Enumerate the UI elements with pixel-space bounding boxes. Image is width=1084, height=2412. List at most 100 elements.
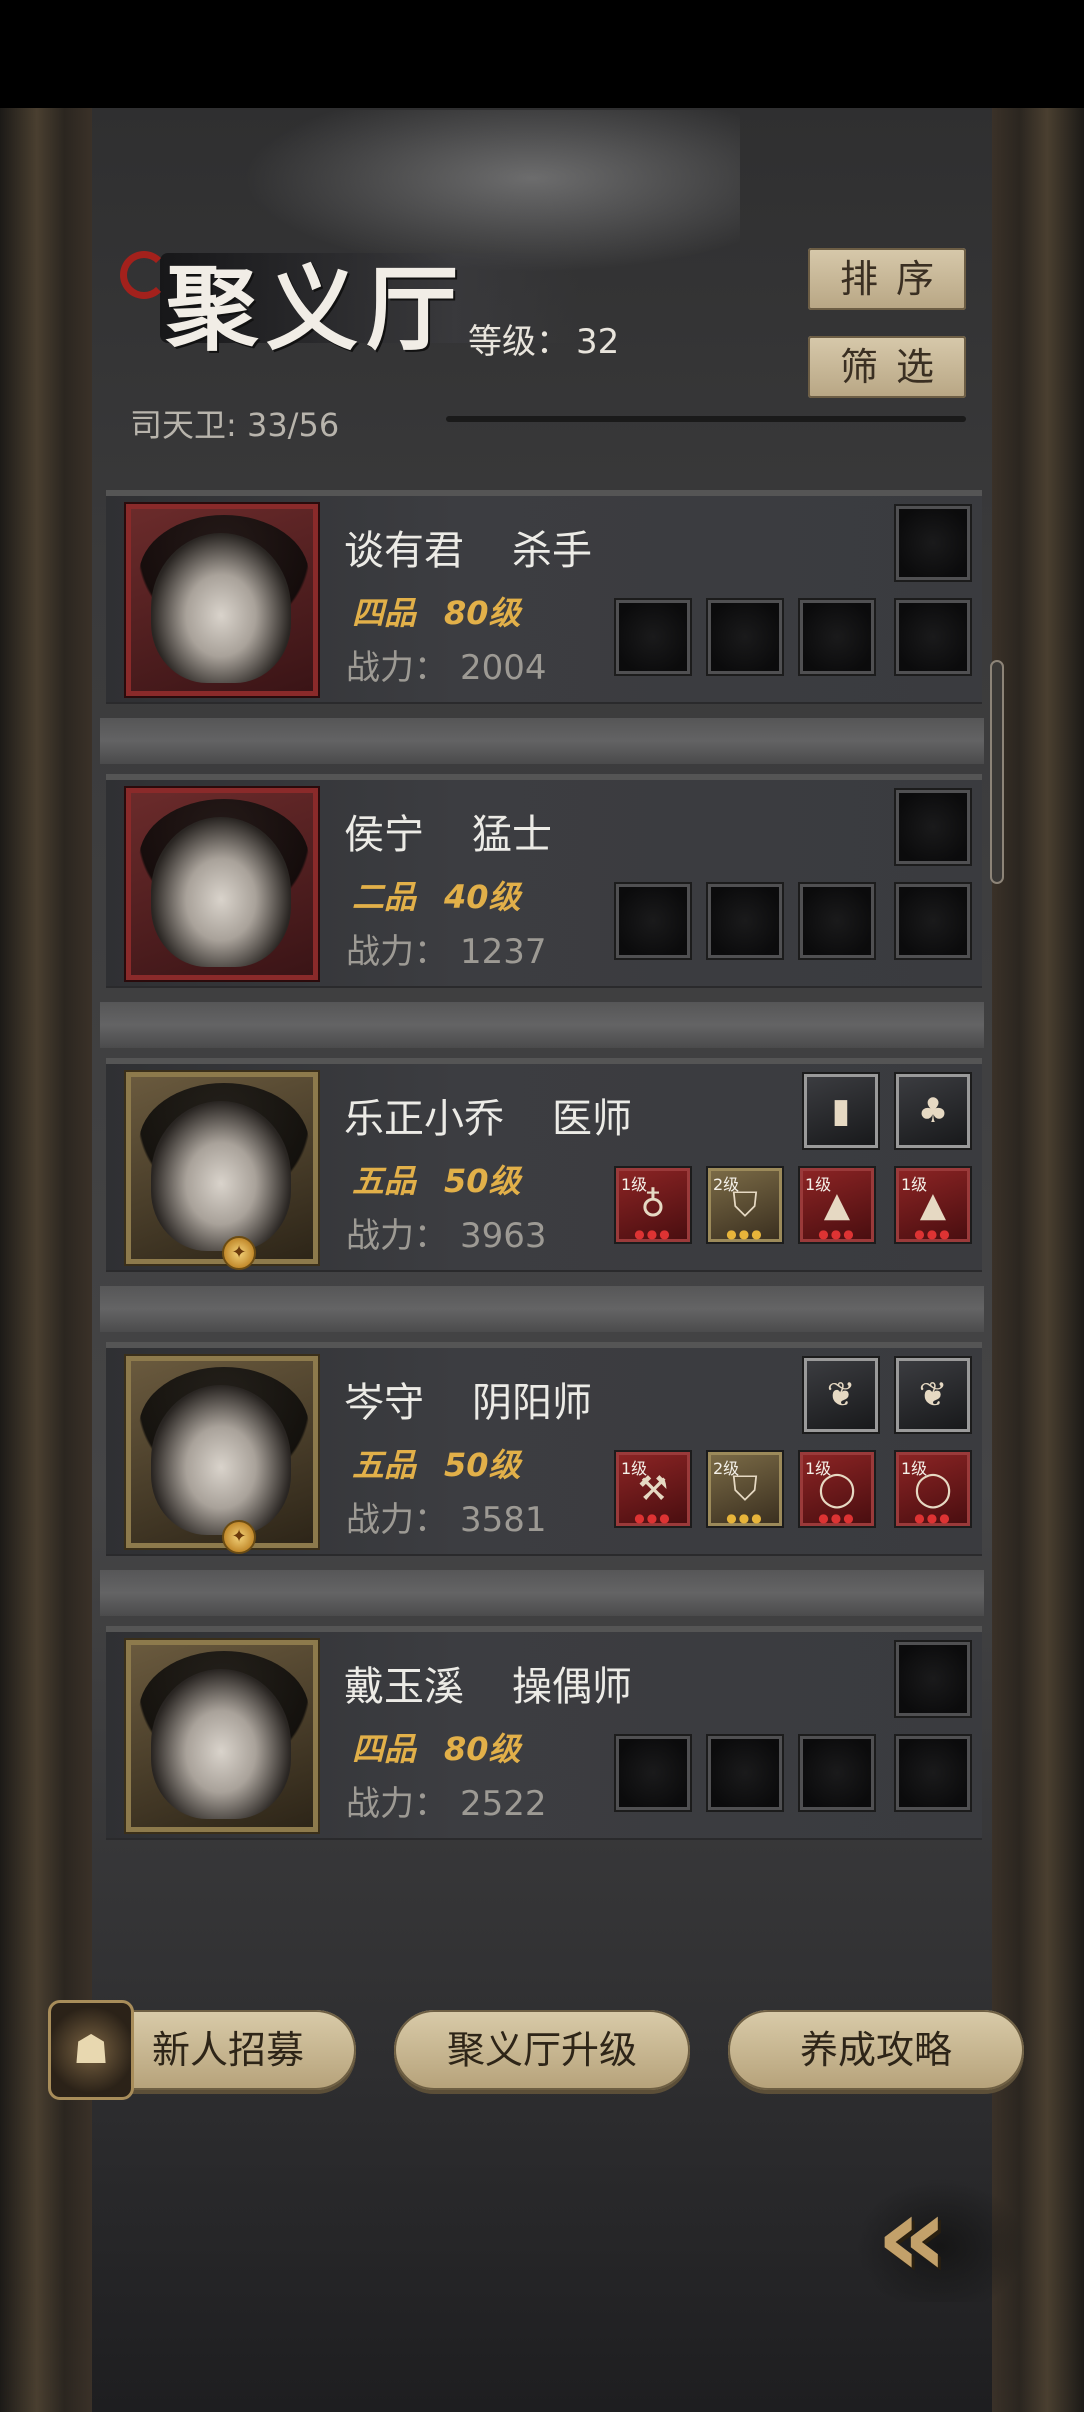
equip-stars: ●●● xyxy=(818,1227,856,1241)
hero-role: 杀手 xyxy=(512,528,592,574)
hero-name-line: 戴玉溪 操偶师 xyxy=(344,1654,632,1712)
equip-slot[interactable]: 1级 ◯ ●●● xyxy=(800,1452,874,1526)
hero-name-line: 谈有君 杀手 xyxy=(344,518,592,576)
guide-button[interactable]: 养成攻略 xyxy=(728,2010,1024,2090)
equip-slot[interactable]: 1级 ♁ ●●● xyxy=(616,1168,690,1242)
hero-card[interactable]: ✦ 乐正小乔 医师 五品 50级 战力： 3963 ▮ ♣ 1级 ♁ ●●● 2级 ⛉… xyxy=(106,1058,982,1272)
hero-name-line: 岑守 阴阳师 xyxy=(344,1370,592,1428)
hall-progress-bar xyxy=(446,416,966,422)
power-label: 战力： xyxy=(346,1216,448,1256)
gourd-icon: ♁ xyxy=(640,1185,666,1225)
filter-button-label: 筛选 xyxy=(839,345,952,389)
equip-stars: ●●● xyxy=(634,1227,672,1241)
recruit-token-icon[interactable]: ☗ xyxy=(48,2000,134,2100)
hero-role: 医师 xyxy=(552,1096,632,1142)
hero-rank-line: 四品 80级 xyxy=(352,588,521,634)
page-title: 聚义厅 xyxy=(166,255,467,363)
equip-slot[interactable] xyxy=(896,600,970,674)
hero-name: 侯宁 xyxy=(344,812,424,858)
hero-name: 谈有君 xyxy=(344,528,464,574)
hall-level-value: 32 xyxy=(576,322,620,362)
guard-count: 司天卫: 33/56 xyxy=(130,406,340,444)
fan-icon: ♣ xyxy=(917,1091,949,1131)
token-slot[interactable]: ❦ xyxy=(804,1358,878,1432)
hall-level: 等级： 32 xyxy=(462,314,619,363)
upgrade-hall-button-label: 聚义厅升级 xyxy=(446,2028,637,2072)
equip-slot[interactable]: 2级 ⛉ ●●● xyxy=(708,1452,782,1526)
hero-portrait[interactable] xyxy=(126,1072,318,1264)
equip-slot[interactable] xyxy=(616,1736,690,1810)
equip-slot[interactable]: 1级 ▲ ●●● xyxy=(800,1168,874,1242)
hero-rank: 四品 xyxy=(352,594,417,632)
cloth-icon: ▲ xyxy=(919,1185,947,1225)
hero-name-line: 乐正小乔 医师 xyxy=(344,1086,632,1144)
feather-icon: ❦ xyxy=(826,1375,856,1415)
back-button[interactable]: « xyxy=(856,2172,1026,2302)
equip-slot[interactable] xyxy=(616,884,690,958)
hero-rank: 五品 xyxy=(352,1446,417,1484)
hero-role: 操偶师 xyxy=(512,1664,632,1710)
recruit-button-label: 新人招募 xyxy=(151,2028,304,2072)
token-icon: ▮ xyxy=(831,1091,851,1131)
hero-power: 2004 xyxy=(460,648,547,688)
hero-portrait[interactable] xyxy=(126,504,318,696)
hero-level: 40级 xyxy=(444,878,521,916)
treasure-slot[interactable] xyxy=(896,506,970,580)
scrollbar[interactable] xyxy=(990,660,1004,884)
card-divider xyxy=(100,718,984,764)
equip-slot[interactable] xyxy=(708,884,782,958)
hero-power-line: 战力： 2004 xyxy=(346,640,547,689)
armor-icon: ⛉ xyxy=(732,1185,758,1225)
equip-slot[interactable]: 1级 ⚒ ●●● xyxy=(616,1452,690,1526)
card-divider xyxy=(100,1002,984,1048)
portrait-face xyxy=(151,1385,291,1535)
hero-card[interactable]: 戴玉溪 操偶师 四品 80级 战力： 2522 xyxy=(106,1626,982,1840)
hero-portrait[interactable] xyxy=(126,1640,318,1832)
treasure-slot[interactable] xyxy=(896,1642,970,1716)
hero-name: 乐正小乔 xyxy=(344,1096,504,1142)
hero-card[interactable]: 谈有君 杀手 四品 80级 战力： 2004 xyxy=(106,490,982,704)
hero-portrait[interactable] xyxy=(126,1356,318,1548)
feather-icon: ❦ xyxy=(918,1375,948,1415)
upgrade-hall-button[interactable]: 聚义厅升级 xyxy=(394,2010,690,2090)
equip-slot[interactable] xyxy=(708,1736,782,1810)
filter-button[interactable]: 筛选 xyxy=(808,336,966,398)
hero-power-line: 战力： 3581 xyxy=(346,1492,547,1541)
hero-rank-line: 五品 50级 xyxy=(352,1156,521,1202)
hero-card[interactable]: 侯宁 猛士 二品 40级 战力： 1237 xyxy=(106,774,982,988)
equip-slot[interactable] xyxy=(896,884,970,958)
equip-slot[interactable]: 1级 ▲ ●●● xyxy=(896,1168,970,1242)
equip-slot[interactable] xyxy=(896,1736,970,1810)
awaken-medal-icon: ✦ xyxy=(222,1236,256,1270)
equip-slot[interactable] xyxy=(800,600,874,674)
hero-power: 2522 xyxy=(460,1784,547,1824)
hero-portrait[interactable] xyxy=(126,788,318,980)
bracelet-icon: ◯ xyxy=(913,1469,953,1509)
hero-rank: 四品 xyxy=(352,1730,417,1768)
sort-button[interactable]: 排序 xyxy=(808,248,966,310)
treasure-slot[interactable] xyxy=(896,790,970,864)
hero-power-line: 战力： 2522 xyxy=(346,1776,547,1825)
hero-card[interactable]: ✦ 岑守 阴阳师 五品 50级 战力： 3581 ❦ ❦ 1级 ⚒ ●●● 2级 ⛉ … xyxy=(106,1342,982,1556)
guide-button-label: 养成攻略 xyxy=(799,2028,952,2072)
equip-slot[interactable] xyxy=(708,600,782,674)
equip-slot[interactable]: 2级 ⛉ ●●● xyxy=(708,1168,782,1242)
power-label: 战力： xyxy=(346,932,448,972)
hero-power: 3963 xyxy=(460,1216,547,1256)
treasure-slot[interactable]: ❦ xyxy=(896,1358,970,1432)
power-label: 战力： xyxy=(346,1500,448,1540)
equip-stars: ●●● xyxy=(634,1511,672,1525)
equip-slot[interactable] xyxy=(616,600,690,674)
equip-stars: ●●● xyxy=(726,1227,764,1241)
portrait-face xyxy=(151,1669,291,1819)
hero-role: 阴阳师 xyxy=(472,1380,592,1426)
card-divider xyxy=(100,1570,984,1616)
equip-slot[interactable]: 1级 ◯ ●●● xyxy=(896,1452,970,1526)
equip-slot[interactable] xyxy=(800,884,874,958)
hero-level: 50级 xyxy=(444,1162,521,1200)
treasure-slot[interactable]: ♣ xyxy=(896,1074,970,1148)
equip-slot[interactable] xyxy=(800,1736,874,1810)
token-slot[interactable]: ▮ xyxy=(804,1074,878,1148)
hero-rank-line: 五品 50级 xyxy=(352,1440,521,1486)
hero-power-line: 战力： 3963 xyxy=(346,1208,547,1257)
